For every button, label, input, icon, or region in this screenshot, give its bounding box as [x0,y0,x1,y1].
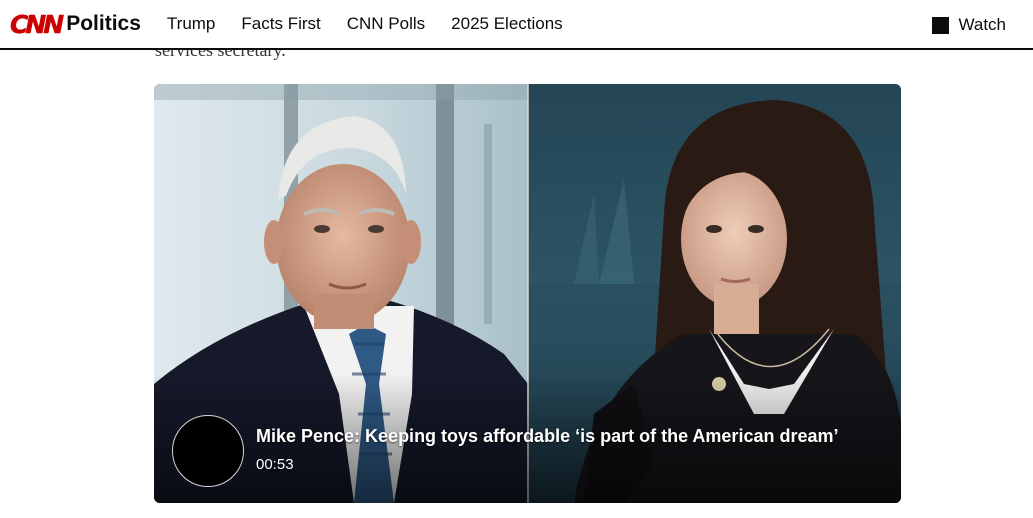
nav-links: Trump Facts First CNN Polls 2025 Electio… [167,14,589,34]
nav-item-2025-elections[interactable]: 2025 Elections [451,14,563,34]
video-player[interactable]: Mike Pence: Keeping toys affordable ‘is … [154,84,901,503]
video-title[interactable]: Mike Pence: Keeping toys affordable ‘is … [256,426,839,447]
watch-button[interactable]: Watch [932,0,1006,50]
video-duration: 00:53 [256,456,294,473]
play-icon[interactable] [172,415,244,487]
top-navigation: CNN Politics Trump Facts First CNN Polls… [0,0,1033,50]
cnn-politics-logo[interactable]: CNN Politics [10,0,141,49]
cnn-logo: CNN [10,9,65,39]
nav-item-facts-first[interactable]: Facts First [241,14,320,34]
nav-item-cnn-polls[interactable]: CNN Polls [347,14,425,34]
watch-label: Watch [958,15,1006,34]
nav-item-trump[interactable]: Trump [167,14,216,34]
section-name: Politics [66,12,141,35]
watch-icon [932,16,950,34]
